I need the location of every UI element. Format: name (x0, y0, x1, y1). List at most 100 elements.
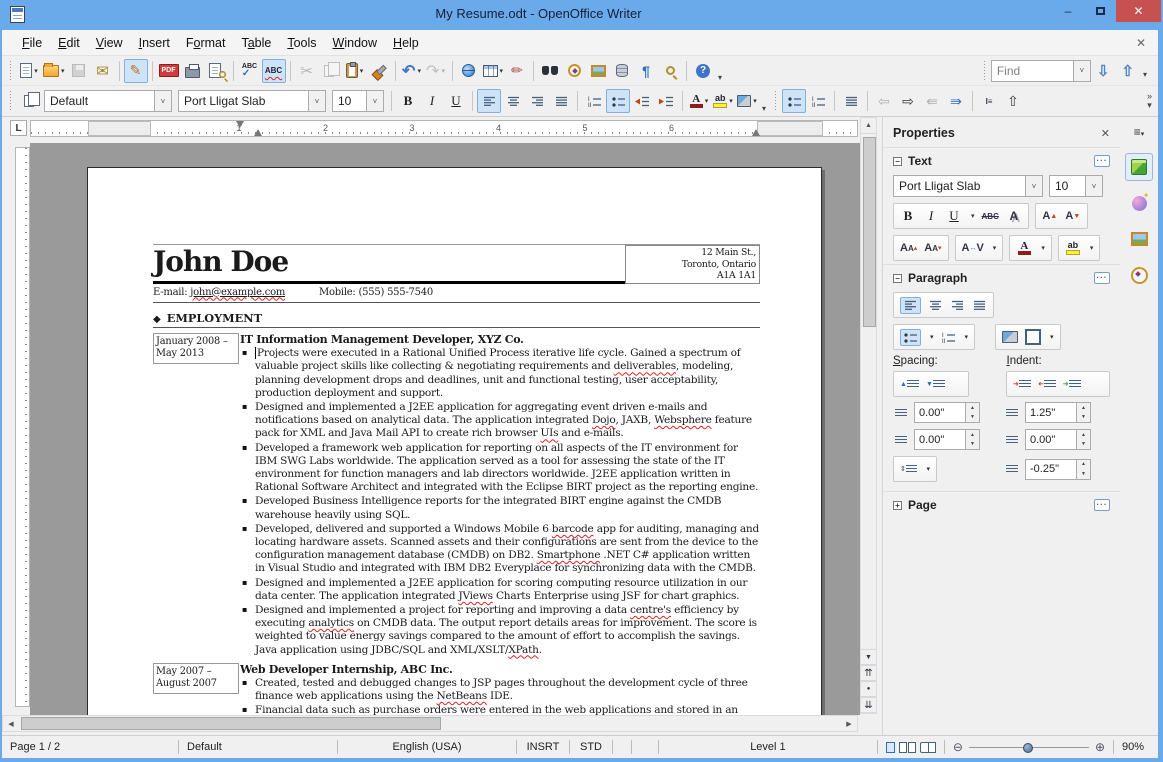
paste-button[interactable]: ▾ (343, 59, 367, 83)
job-bullet[interactable]: Developed a framework web application fo… (240, 441, 760, 495)
horizontal-scrollbar-thumb[interactable] (21, 717, 441, 730)
export-pdf-button[interactable]: PDF (157, 59, 181, 83)
paragraph-style-select[interactable]: Default ˅ (44, 90, 172, 112)
before-text-indent-input[interactable]: 1.25" ▲ ▼ (1025, 402, 1091, 423)
paragraph-border-button[interactable] (1025, 329, 1042, 345)
styles-and-formatting-button[interactable] (17, 89, 41, 113)
menu-tools[interactable]: Tools (279, 32, 324, 54)
switch-indent-button[interactable]: ➜ (1063, 380, 1081, 388)
paragraph-background-button[interactable] (1002, 331, 1019, 343)
chevron-down-icon[interactable]: ▾ (417, 67, 421, 75)
toolbar-grip[interactable] (7, 60, 14, 81)
italic-button[interactable]: I (923, 208, 939, 224)
statusbar-selection-mode[interactable]: STD (570, 736, 612, 758)
chevron-down-icon[interactable]: ▾ (441, 67, 445, 75)
align-left-button[interactable] (900, 296, 921, 314)
find-previous-button[interactable]: ⇧ (1121, 62, 1134, 80)
scroll-left-button[interactable]: ◀ (3, 716, 19, 731)
navigator-button[interactable] (562, 59, 586, 83)
gallery-button[interactable] (586, 59, 610, 83)
job-date-range[interactable]: January 2008 – May 2013 (153, 332, 239, 364)
chevron-down-icon[interactable]: ▾ (61, 67, 65, 75)
job-title[interactable]: IT Information Management Developer, XYZ… (240, 333, 760, 346)
spin-down-icon[interactable]: ▼ (1077, 469, 1090, 479)
menu-file[interactable]: File (14, 32, 50, 54)
scroll-up-button[interactable]: ▲ (861, 118, 876, 134)
spin-down-icon[interactable]: ▼ (1077, 439, 1090, 449)
increase-font-button[interactable]: A A ▴ (900, 242, 917, 254)
job-bullet[interactable]: Developed Business Intelligence reports … (240, 494, 760, 521)
next-page-button[interactable]: ⇊ (861, 697, 876, 713)
font-color-button[interactable]: A ▾ (687, 89, 711, 113)
above-paragraph-spacing-input[interactable]: 0.00" ▲ ▼ (914, 402, 980, 423)
undo-button[interactable]: ↶ ▾ (400, 59, 424, 83)
chevron-down-icon[interactable]: ˅ (366, 91, 383, 111)
menu-help[interactable]: Help (385, 32, 427, 54)
single-page-view-button[interactable] (885, 741, 895, 753)
job-bullet[interactable]: Designed and implemented a J2EE applicat… (240, 576, 760, 603)
redo-button[interactable]: ↷ ▾ (424, 59, 448, 83)
line-spacing-button[interactable]: ⇕ (900, 465, 918, 473)
format-paintbrush-button[interactable] (367, 59, 391, 83)
decrease-indent-button[interactable]: ➜ (1038, 380, 1056, 388)
tab-stop-type-button[interactable]: L (10, 120, 27, 136)
first-line-indent-marker[interactable] (236, 121, 244, 128)
sidebar-menu-button[interactable]: ≡▾ (1134, 125, 1145, 139)
highlighting-button[interactable]: ab ▾ (711, 89, 735, 113)
navigate-by-button[interactable]: ● (861, 681, 876, 697)
paragraph-options-icon[interactable]: ··· (1094, 272, 1110, 284)
tab-gallery[interactable] (1125, 225, 1153, 253)
hyperlink-button[interactable] (457, 59, 481, 83)
chevron-down-icon[interactable]: ▾ (360, 67, 364, 75)
vertical-scrollbar-thumb[interactable] (863, 137, 876, 327)
decrease-paragraph-spacing-button[interactable]: ▼ (926, 380, 945, 388)
bullet-list-button[interactable] (900, 328, 921, 346)
horizontal-ruler[interactable]: 123456 (30, 120, 858, 137)
underline-button[interactable]: U (444, 89, 468, 113)
promote-level-button[interactable]: ⇦ (872, 89, 896, 113)
toolbar-overflow-button[interactable]: ▾ (718, 73, 722, 85)
align-left-button[interactable] (477, 89, 501, 113)
menu-table[interactable]: Table (233, 32, 279, 54)
chevron-down-icon[interactable]: ˅ (1025, 176, 1042, 196)
horizontal-scrollbar[interactable]: ◀ ▶ (2, 715, 858, 732)
panel-close-icon[interactable]: ✕ (1101, 127, 1110, 140)
text-section-header[interactable]: − Text ··· (883, 147, 1120, 172)
print-button[interactable] (181, 59, 205, 83)
tab-properties[interactable] (1125, 153, 1153, 181)
copy-button[interactable] (319, 59, 343, 83)
tab-styles[interactable] (1125, 189, 1153, 217)
increase-paragraph-spacing-button[interactable]: ▲ (900, 380, 919, 388)
first-line-indent-input[interactable]: -0.25" ▲ ▼ (1025, 458, 1091, 480)
text-options-icon[interactable]: ··· (1094, 155, 1110, 167)
statusbar-zoom-percent[interactable]: 90% (1114, 736, 1158, 758)
toolbar-overflow-button[interactable]: ▾ (762, 104, 766, 116)
open-button[interactable]: ▾ (41, 59, 67, 83)
chevron-down-icon[interactable]: ▾ (1041, 244, 1045, 252)
no-list-button[interactable] (839, 89, 863, 113)
find-input[interactable]: Find ˅ (990, 59, 1091, 82)
document-close-button[interactable]: ✕ (1136, 36, 1146, 50)
job-title[interactable]: Web Developer Internship, ABC Inc. (240, 663, 760, 676)
statusbar-signature[interactable] (632, 736, 658, 758)
spin-down-icon[interactable]: ▼ (966, 412, 979, 422)
statusbar-insert-mode[interactable]: INSRT (517, 736, 569, 758)
align-center-button[interactable] (501, 89, 525, 113)
spin-up-icon[interactable]: ▲ (1077, 430, 1090, 440)
zoom-button[interactable] (658, 59, 682, 83)
toolbar-grip[interactable] (7, 91, 14, 111)
menu-insert[interactable]: Insert (131, 32, 178, 54)
font-name-select[interactable]: Port Lligat Slab ˅ (178, 90, 326, 112)
job-bullet[interactable]: Created, tested and debugged changes to … (240, 676, 760, 703)
bullets-on-off-button[interactable] (606, 89, 630, 113)
zoom-in-icon[interactable]: ⊕ (1095, 740, 1105, 754)
email-link[interactable]: john@example.com (190, 287, 285, 298)
bullet-list-button[interactable] (782, 89, 807, 113)
page-options-icon[interactable]: ··· (1094, 499, 1110, 511)
chevron-down-icon[interactable]: ▾ (753, 97, 757, 105)
demote-level-button[interactable]: ⇨ (896, 89, 920, 113)
background-color-button[interactable]: ▾ (735, 89, 759, 113)
chevron-down-icon[interactable]: ▾ (705, 97, 709, 105)
chevron-down-icon[interactable]: ▾ (34, 67, 38, 75)
insert-table-button[interactable]: ▾ (481, 59, 506, 83)
